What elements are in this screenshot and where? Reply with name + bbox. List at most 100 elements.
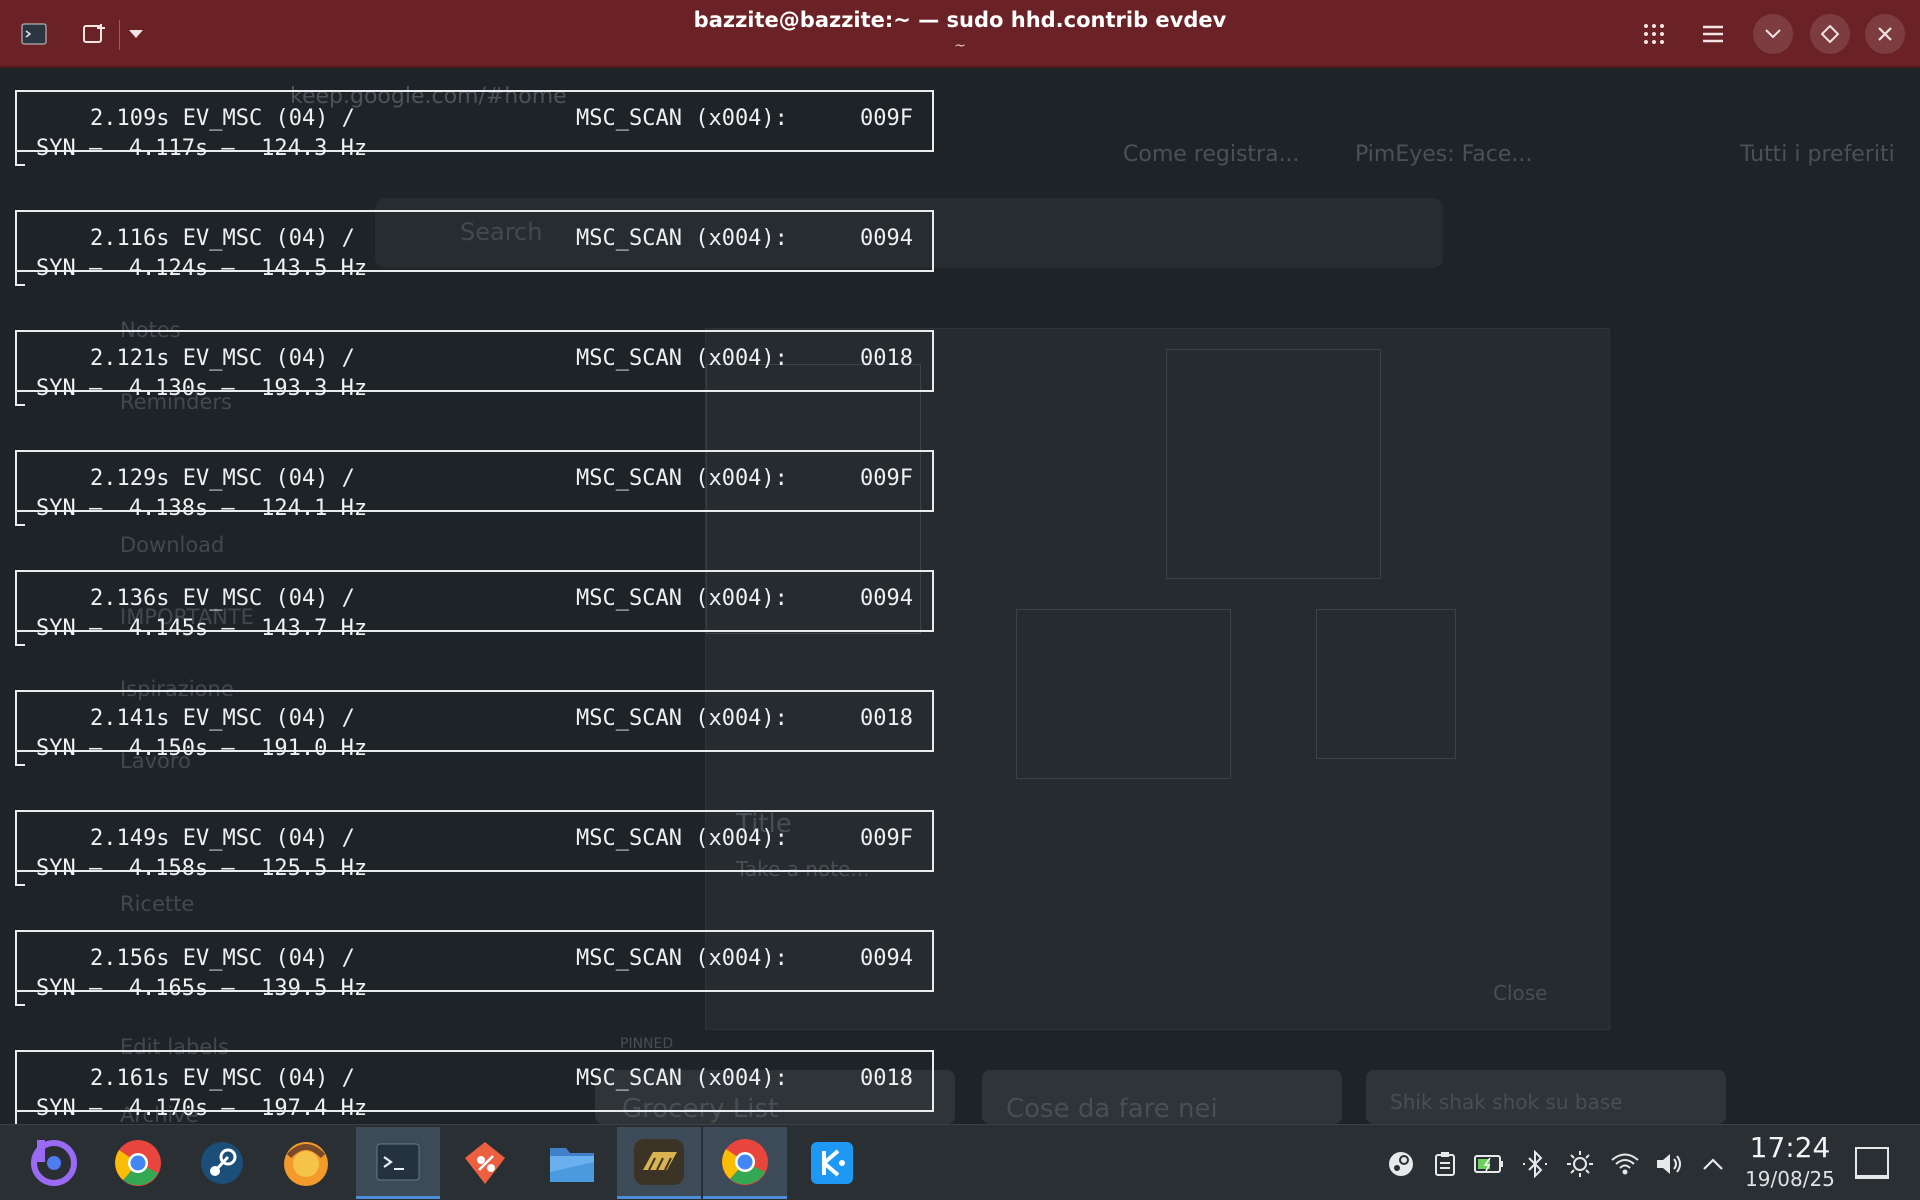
event-time: 2.129s [90,466,170,491]
chrome-icon[interactable] [96,1127,180,1199]
event-code: MSC_SCAN (x004): [576,946,788,971]
event-type: EV_MSC (04) / [182,1066,355,1091]
event-value: 009F [860,106,913,131]
event-value: 009F [860,466,913,491]
event-syn: SYN — 4.165s — 139.5 Hz [36,976,368,1001]
steam-tray-icon[interactable] [1384,1147,1418,1181]
event-type: EV_MSC (04) / [182,586,355,611]
background-note-card-title: Shik shak shok su base [1390,1090,1623,1114]
event-time: 2.121s [90,346,170,371]
event-rule [399,390,934,392]
brightness-icon[interactable] [1563,1147,1597,1181]
event-syn: SYN — 4.170s — 197.4 Hz [36,1096,368,1121]
close-icon[interactable] [1865,14,1905,54]
event-code: MSC_SCAN (x004): [576,706,788,731]
event-time: 2.156s [90,946,170,971]
event-code: MSC_SCAN (x004): [576,466,788,491]
event-syn: SYN — 4.130s — 193.3 Hz [36,376,368,401]
event-value: 0018 [860,1066,913,1091]
battery-icon[interactable] [1472,1147,1506,1181]
event-syn: SYN — 4.117s — 124.3 Hz [36,136,368,161]
event-code: MSC_SCAN (x004): [576,1066,788,1091]
background-note-card-title: Cose da fare nei [1006,1094,1218,1124]
event-entry: 2.141s EV_MSC (04) / MSC_SCAN (x004): 00… [15,690,934,812]
event-syn: SYN — 4.150s — 191.0 Hz [36,736,368,761]
event-time: 2.116s [90,226,170,251]
volume-icon[interactable] [1652,1147,1686,1181]
event-time: 2.161s [90,1066,170,1091]
grid-icon[interactable] [1634,14,1674,54]
event-value: 0018 [860,706,913,731]
event-code: MSC_SCAN (x004): [576,586,788,611]
minimize-icon[interactable] [1753,14,1793,54]
event-rule [399,150,934,152]
event-value: 0094 [860,226,913,251]
event-syn: SYN — 4.158s — 125.5 Hz [36,856,368,881]
event-hook [15,164,25,166]
chrome-icon[interactable] [703,1127,787,1199]
event-hook [15,644,25,646]
event-rule [399,990,934,992]
event-value: 0094 [860,586,913,611]
clock-date[interactable]: 19/08/25 [1735,1167,1845,1191]
window-subtitle: ~ [954,38,966,54]
event-rule [399,510,934,512]
event-time: 2.109s [90,106,170,131]
window-titlebar[interactable]: bazzite@bazzite:~ — sudo hhd.contrib evd… [0,0,1920,68]
clock-time[interactable]: 17:24 [1740,1131,1840,1164]
wifi-icon[interactable] [1608,1147,1642,1181]
event-value: 0094 [860,946,913,971]
event-type: EV_MSC (04) / [182,106,355,131]
maximize-icon[interactable] [1810,14,1850,54]
lutris-icon[interactable] [617,1127,701,1199]
event-time: 2.149s [90,826,170,851]
bookmark-item: Come registra... [1123,142,1300,167]
event-type: EV_MSC (04) / [182,466,355,491]
background-thumbnail [1316,609,1456,759]
event-type: EV_MSC (04) / [182,826,355,851]
event-type: EV_MSC (04) / [182,946,355,971]
event-hook [15,1110,17,1124]
event-hook [15,404,25,406]
bookmark-item: PimEyes: Face... [1355,142,1533,167]
event-entry: 2.149s EV_MSC (04) / MSC_SCAN (x004): 00… [15,810,934,932]
konsole-icon[interactable] [356,1127,440,1199]
event-hook [15,1004,25,1006]
dolphin-icon[interactable] [530,1127,614,1199]
steam-icon[interactable] [180,1127,264,1199]
show-desktop-button[interactable] [1855,1147,1889,1179]
event-value: 009F [860,826,913,851]
event-type: EV_MSC (04) / [182,706,355,731]
event-syn: SYN — 4.145s — 143.7 Hz [36,616,368,641]
game-app-icon[interactable] [264,1127,348,1199]
event-entry: 2.136s EV_MSC (04) / MSC_SCAN (x004): 00… [15,570,934,692]
event-hook [15,884,25,886]
event-value: 0018 [860,346,913,371]
background-thumbnail [1166,349,1381,579]
event-time: 2.136s [90,586,170,611]
event-code: MSC_SCAN (x004): [576,346,788,371]
event-syn: SYN — 4.124s — 143.5 Hz [36,256,368,281]
background-note-close: Close [1493,981,1548,1005]
event-code: MSC_SCAN (x004): [576,226,788,251]
event-code: MSC_SCAN (x004): [576,106,788,131]
expand-tray-icon[interactable] [1696,1147,1730,1181]
event-entry: 2.109s EV_MSC (04) / MSC_SCAN (x004): 00… [15,90,934,212]
event-entry: 2.116s EV_MSC (04) / MSC_SCAN (x004): 00… [15,210,934,332]
event-rule [399,1110,934,1112]
background-thumbnail [1016,609,1231,779]
launcher-icon[interactable] [12,1127,96,1199]
kde-icon[interactable] [790,1127,874,1199]
discover-icon[interactable] [442,1127,526,1199]
event-entry: 2.121s EV_MSC (04) / MSC_SCAN (x004): 00… [15,330,934,452]
bluetooth-icon[interactable] [1518,1147,1552,1181]
event-type: EV_MSC (04) / [182,226,355,251]
clipboard-icon[interactable] [1428,1147,1462,1181]
taskbar: 17:24 19/08/25 [0,1124,1920,1200]
hamburger-menu-icon[interactable] [1693,14,1733,54]
event-rule [399,270,934,272]
event-hook [15,284,25,286]
event-rule [399,630,934,632]
event-entry: 2.156s EV_MSC (04) / MSC_SCAN (x004): 00… [15,930,934,1052]
event-code: MSC_SCAN (x004): [576,826,788,851]
